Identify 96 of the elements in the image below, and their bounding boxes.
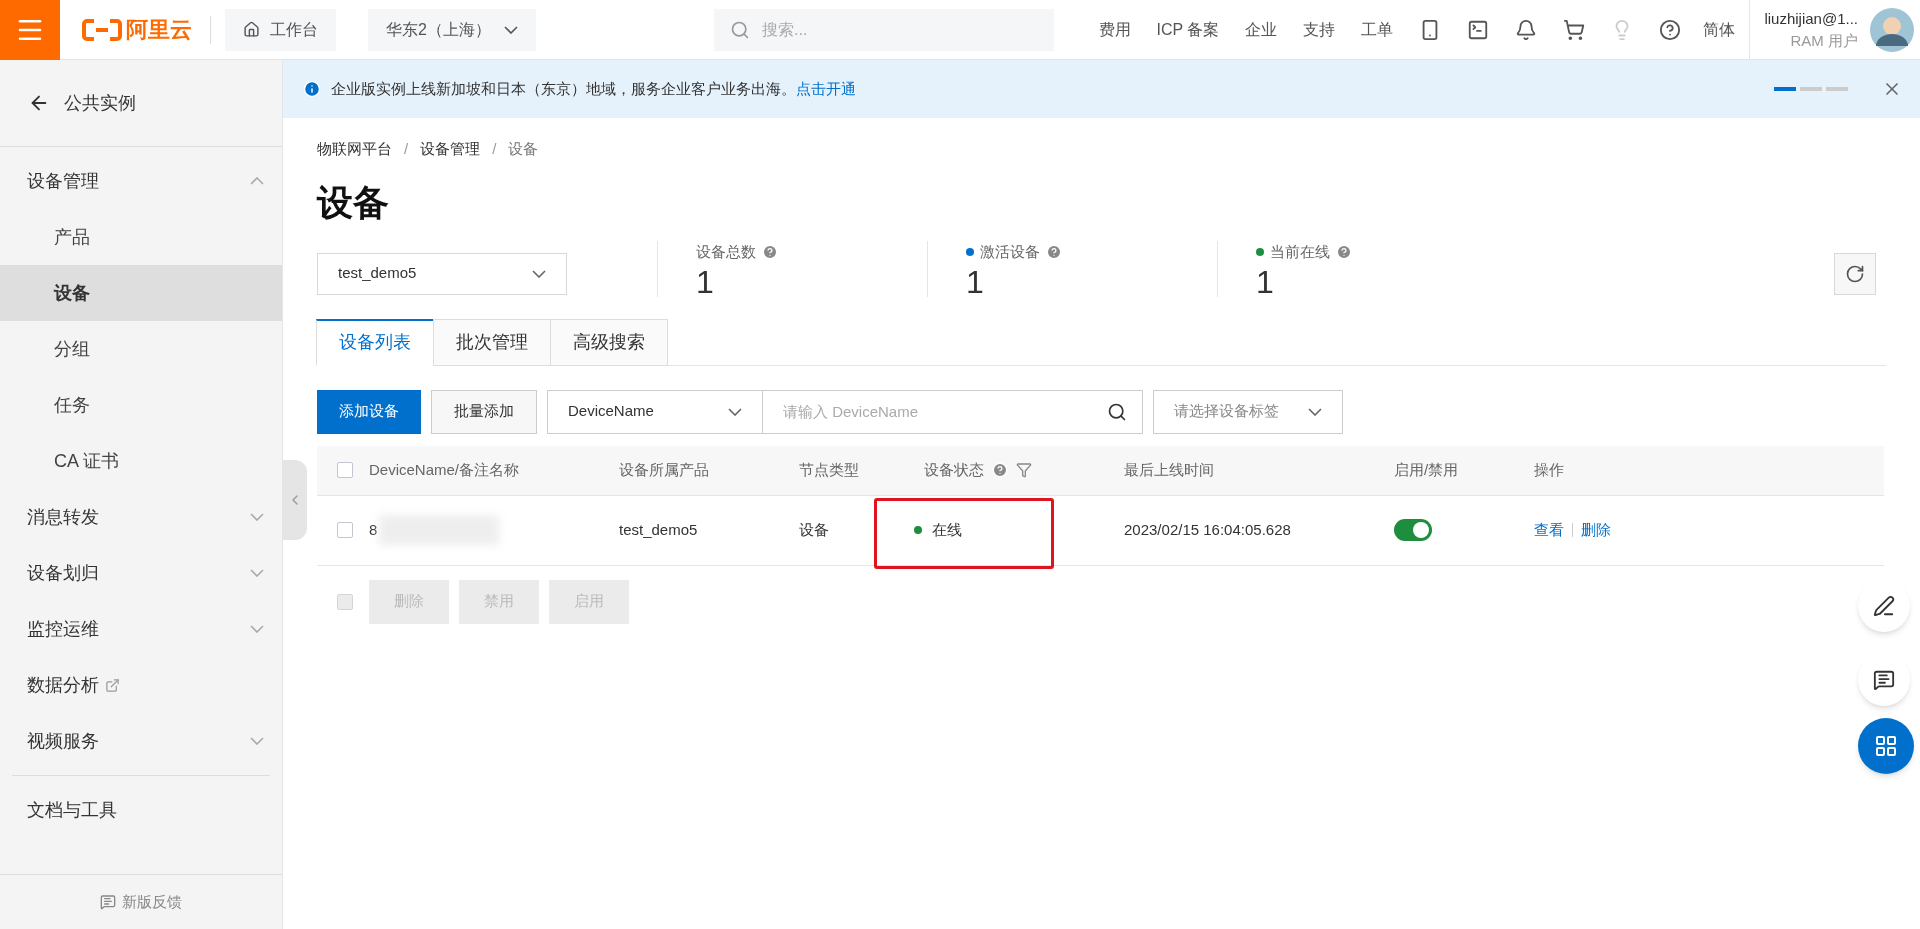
terminal-icon[interactable] (1467, 18, 1490, 41)
sidebar-item[interactable]: 数据分析 (0, 657, 282, 713)
language-link[interactable]: 简体 (1703, 17, 1736, 42)
external-link-icon (105, 677, 120, 693)
add-device-button[interactable]: 添加设备 (317, 389, 421, 434)
nav-link[interactable]: ICP 备案 (1156, 17, 1220, 42)
pen-icon (1873, 595, 1895, 617)
sidebar-item[interactable]: 监控运维 (0, 601, 282, 657)
sidebar-item[interactable]: 设备管理 (0, 153, 282, 209)
checkbox[interactable] (337, 462, 353, 478)
help-icon (992, 462, 1008, 478)
help-icon (762, 243, 778, 260)
stat-value: 1 (696, 263, 715, 301)
sidebar-item[interactable]: 视频服务 (0, 713, 282, 769)
product-select[interactable]: test_demo5 (317, 252, 567, 295)
tag-select[interactable]: 请选择设备标签 (1153, 389, 1343, 434)
chat-button[interactable] (1858, 654, 1910, 706)
nav-link[interactable]: 费用 (1098, 17, 1131, 42)
search-field[interactable]: 搜索... (714, 8, 1054, 51)
stat-value: 1 (966, 263, 985, 301)
back-link[interactable]: 公共实例 (0, 60, 282, 147)
info-icon (303, 80, 321, 98)
cart-icon[interactable] (1563, 18, 1586, 41)
region-select[interactable]: 华东2（上海） (368, 8, 536, 51)
collapse-handle[interactable] (283, 460, 307, 540)
help-icon[interactable] (1659, 18, 1682, 41)
sidebar-subitem[interactable]: 设备 (0, 265, 282, 321)
column-header: 节点类型 (799, 459, 859, 480)
sidebar-subitem[interactable]: 产品 (0, 209, 282, 265)
tab[interactable]: 高级搜索 (550, 318, 668, 366)
tab[interactable]: 批次管理 (433, 318, 551, 366)
filter-icon[interactable] (1016, 462, 1032, 478)
action-link[interactable]: 删除 (1581, 518, 1611, 542)
chat-icon (1873, 669, 1895, 691)
sidebar-item[interactable]: 文档与工具 (0, 782, 282, 838)
sidebar-subitem[interactable]: 任务 (0, 377, 282, 433)
table-cell: 设备 (799, 520, 829, 538)
grid-icon (1874, 734, 1898, 758)
user-name[interactable]: liuzhijian@1... (1764, 7, 1858, 30)
page-title: 设备 (317, 180, 390, 225)
batch-add-button[interactable]: 批量添加 (431, 389, 537, 434)
column-header: 操作 (1534, 459, 1564, 480)
menu-button[interactable] (0, 0, 60, 60)
breadcrumb-separator: / (492, 139, 497, 159)
status-text: 在线 (932, 519, 962, 540)
avatar[interactable] (1870, 7, 1914, 52)
sidebar-subitem[interactable]: CA 证书 (0, 433, 282, 489)
stat-label: 当前在线 (1270, 241, 1330, 262)
search-icon (1107, 401, 1127, 422)
help-icon (1046, 243, 1062, 260)
workbench-button[interactable]: 工作台 (225, 8, 336, 51)
refresh-icon (1845, 263, 1865, 284)
search-icon (730, 19, 750, 40)
home-icon (243, 21, 260, 38)
table-cell-text: 8 (369, 519, 378, 540)
logo-icon (82, 17, 122, 42)
breadcrumb-item[interactable]: 物联网平台 (317, 138, 392, 161)
breadcrumb-item[interactable]: 设备管理 (420, 138, 481, 161)
edit-button[interactable] (1858, 580, 1910, 632)
checkbox[interactable] (337, 522, 353, 538)
action-link[interactable]: 查看 (1534, 518, 1564, 542)
column-header: 设备状态 (924, 459, 984, 480)
help-icon (1336, 243, 1352, 260)
nav-link[interactable]: 工单 (1361, 17, 1394, 42)
chevron-down-icon (532, 269, 546, 278)
feedback-icon (100, 894, 116, 910)
chevron-down-icon (728, 407, 742, 416)
chevron-down-icon (1308, 407, 1322, 416)
nav-link[interactable]: 企业 (1245, 17, 1278, 42)
sidebar-item[interactable]: 消息转发 (0, 489, 282, 545)
user-role: RAM 用户 (1790, 30, 1858, 51)
table-cell: 2023/02/15 16:04:05.628 (1124, 520, 1291, 538)
column-header: DeviceName/备注名称 (369, 459, 520, 480)
column-header: 设备所属产品 (619, 459, 709, 480)
banner-link[interactable]: 点击开通 (796, 79, 856, 97)
sidebar-item[interactable]: 设备划归 (0, 545, 282, 601)
refresh-button[interactable] (1834, 252, 1876, 295)
banner-text: 企业版实例上线新加坡和日本（东京）地域，服务企业客户业务出海。点击开通 (331, 78, 856, 99)
breadcrumb-separator: / (404, 139, 409, 159)
tab[interactable]: 设备列表 (316, 318, 434, 366)
toggle-switch[interactable] (1394, 519, 1432, 541)
column-header: 启用/禁用 (1394, 459, 1459, 480)
stat-value: 1 (1256, 263, 1275, 301)
carousel-indicator[interactable] (1774, 87, 1848, 91)
sidebar-subitem[interactable]: 分组 (0, 321, 282, 377)
stat-label: 设备总数 (696, 241, 756, 262)
device-search-field[interactable]: 请输入 DeviceName (763, 389, 1143, 434)
table-cell: test_demo5 (619, 520, 698, 538)
notification-icon[interactable] (1515, 18, 1538, 41)
filter-select[interactable]: DeviceName (547, 389, 763, 434)
column-header: 最后上线时间 (1124, 459, 1214, 480)
stat-label: 激活设备 (980, 241, 1040, 262)
breadcrumb-item[interactable]: 设备 (508, 138, 539, 161)
apps-button[interactable] (1858, 718, 1914, 774)
chevron-down-icon (504, 25, 518, 34)
nav-link[interactable]: 支持 (1303, 17, 1336, 42)
